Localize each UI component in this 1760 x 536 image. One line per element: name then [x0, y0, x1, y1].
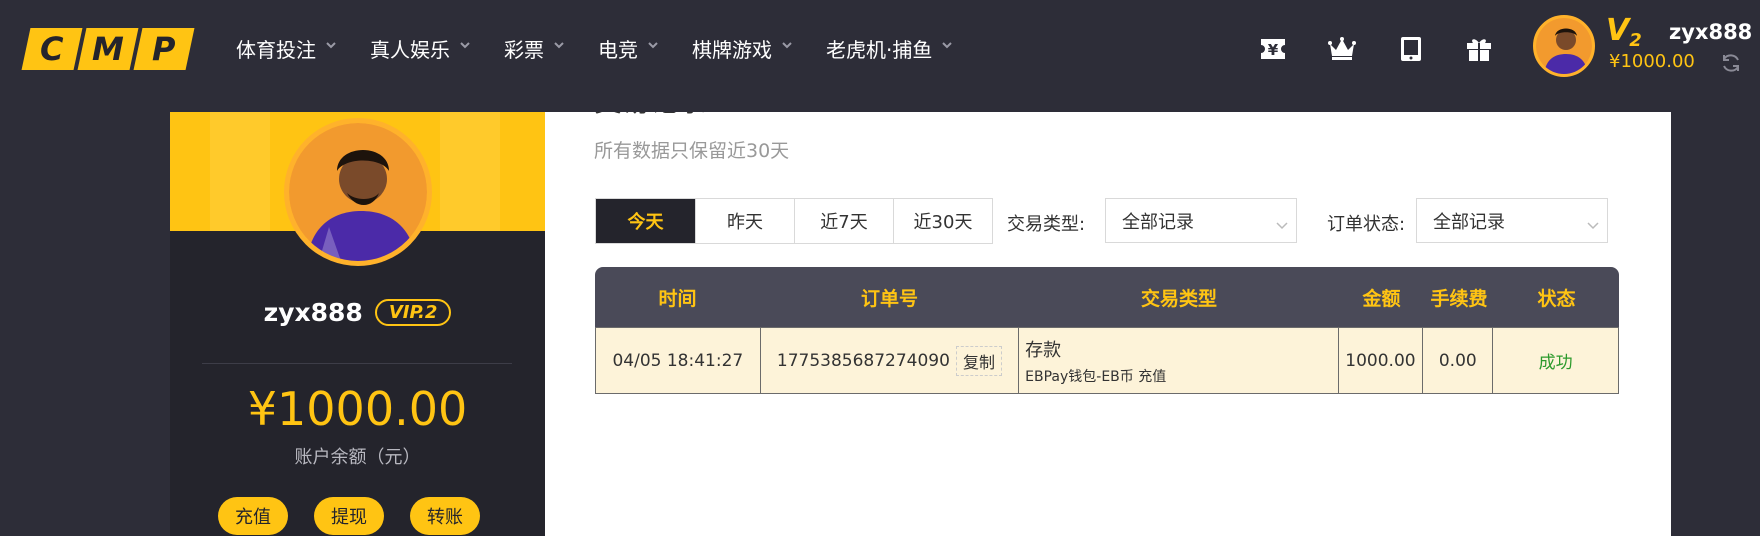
chevron-down-icon	[326, 41, 336, 52]
nav-item-label: 真人娱乐	[370, 38, 450, 62]
column-header: 交易类型	[1140, 287, 1217, 310]
column-header: 时间	[658, 287, 697, 310]
profile-username: zyx888	[263, 298, 363, 327]
column-header: 状态	[1537, 287, 1576, 310]
type-main: 存款	[1025, 339, 1062, 361]
tab-last-7-days[interactable]: 近7天	[794, 199, 893, 243]
cell-status: 成功	[1538, 353, 1573, 373]
tab-last-30-days[interactable]: 近30天	[893, 199, 992, 243]
avatar[interactable]	[1533, 15, 1595, 77]
nav-item-label: 体育投注	[236, 38, 316, 62]
column-header: 订单号	[860, 287, 918, 310]
table-row: 04/05 18:41:27 1775385687274090 复制 存款 EB…	[595, 327, 1619, 394]
banner-decoration	[210, 112, 270, 231]
header-balance: ¥1000.00	[1609, 51, 1695, 72]
header-username: zyx888	[1669, 20, 1753, 44]
svg-text:¥: ¥	[1268, 41, 1279, 59]
chevron-down-icon	[782, 41, 792, 52]
table-header: 时间 订单号 交易类型 金额 手续费 状态	[595, 267, 1619, 327]
profile-actions: 充值 提现 转账	[218, 497, 480, 535]
tab-yesterday[interactable]: 昨天	[695, 199, 794, 243]
chevron-down-icon	[942, 41, 953, 52]
banner-decoration	[440, 112, 500, 231]
tablet-icon[interactable]	[1394, 33, 1428, 65]
account-balance-label: 账户余额（元）	[294, 447, 421, 468]
top-bar: C M P 体育投注 真人娱乐 彩票 电竞 棋牌游戏 老虎机·捕鱼 ¥ V2 z…	[0, 0, 1760, 100]
transaction-table: 时间 订单号 交易类型 金额 手续费 状态 04/05 18:41:27 177…	[595, 267, 1619, 394]
currency-icon[interactable]: ¥	[1256, 33, 1290, 65]
retention-note: 所有数据只保留近30天	[594, 140, 790, 162]
withdraw-button[interactable]: 提现	[314, 497, 384, 535]
column-header: 金额	[1362, 287, 1401, 310]
chevron-down-icon	[1587, 215, 1599, 230]
profile-name-row: zyx888 VIP.2	[170, 298, 545, 327]
select-value: 全部记录	[1122, 211, 1194, 233]
chevron-down-icon	[460, 41, 470, 52]
transaction-type-select[interactable]: 全部记录	[1105, 198, 1297, 243]
nav-item-label: 棋牌游戏	[692, 38, 772, 62]
divider	[202, 363, 512, 364]
nav-item-sports[interactable]: 体育投注	[236, 34, 336, 63]
main-nav: 体育投注 真人娱乐 彩票 电竞 棋牌游戏 老虎机·捕鱼	[236, 34, 986, 63]
deposit-button[interactable]: 充值	[218, 497, 288, 535]
date-range-tabs: 今天 昨天 近7天 近30天	[595, 198, 993, 244]
refresh-icon[interactable]	[1720, 52, 1742, 74]
site-logo[interactable]: C M P	[21, 28, 195, 70]
vip-badge: VIP.2	[374, 299, 452, 326]
nav-item-label: 老虎机·捕鱼	[826, 38, 933, 62]
transaction-type-label: 交易类型:	[1007, 214, 1086, 235]
cell-fee: 0.00	[1423, 328, 1494, 393]
chevron-down-icon	[554, 41, 564, 52]
chevron-down-icon	[1276, 215, 1288, 230]
nav-item-lottery[interactable]: 彩票	[504, 34, 564, 63]
transaction-panel: 交易记录 所有数据只保留近30天 今天 昨天 近7天 近30天 交易类型: 全部…	[545, 112, 1671, 536]
transfer-button[interactable]: 转账	[410, 497, 480, 535]
nav-item-label: 彩票	[504, 38, 544, 62]
account-balance: ¥1000.00	[247, 382, 468, 436]
cell-type: 存款 EBPay钱包-EB币 充值	[1019, 328, 1339, 393]
cell-order: 1775385687274090 复制	[761, 328, 1020, 393]
nav-item-label: 电竞	[598, 38, 638, 62]
copy-button[interactable]: 复制	[955, 345, 1002, 376]
gift-icon[interactable]	[1462, 33, 1496, 65]
column-header: 手续费	[1430, 287, 1488, 310]
nav-item-live-casino[interactable]: 真人娱乐	[370, 34, 470, 63]
crown-icon[interactable]	[1325, 33, 1359, 65]
vip-level-badge: V2	[1606, 13, 1642, 51]
page-title: 交易记录	[594, 112, 706, 120]
logo-letter: P	[152, 30, 176, 68]
cell-amount: 1000.00	[1339, 328, 1424, 393]
order-status-select[interactable]: 全部记录	[1416, 198, 1608, 243]
nav-item-card-games[interactable]: 棋牌游戏	[692, 34, 792, 63]
type-detail: EBPay钱包-EB币 充值	[1025, 368, 1167, 385]
tab-today[interactable]: 今天	[596, 199, 695, 243]
profile-avatar[interactable]	[284, 118, 432, 266]
chevron-down-icon	[648, 41, 658, 52]
logo-letter: M	[92, 30, 124, 68]
select-value: 全部记录	[1433, 211, 1505, 233]
order-number: 1775385687274090	[776, 350, 950, 371]
nav-item-slots-fishing[interactable]: 老虎机·捕鱼	[826, 34, 953, 63]
profile-panel: zyx888 VIP.2 ¥1000.00 账户余额（元） 充值 提现 转账	[170, 112, 545, 536]
logo-letter: C	[40, 30, 64, 68]
cell-time: 04/05 18:41:27	[596, 328, 761, 393]
nav-item-esports[interactable]: 电竞	[598, 34, 658, 63]
order-status-label: 订单状态:	[1327, 214, 1406, 235]
